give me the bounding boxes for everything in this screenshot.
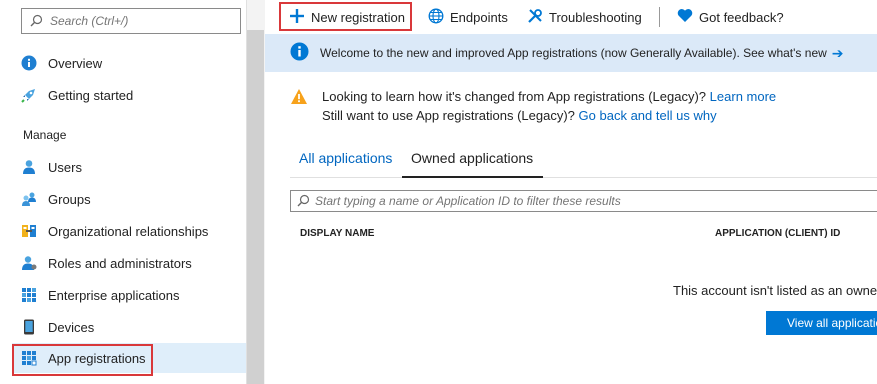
search-icon (30, 14, 43, 30)
search-icon (297, 194, 310, 210)
sidebar-item-label: Users (48, 159, 82, 175)
endpoints-label: Endpoints (450, 9, 508, 25)
sidebar-item-label: Groups (48, 191, 91, 207)
main-content: New registration Endpoints Troubleshooti… (265, 0, 877, 384)
group-icon (21, 191, 37, 207)
sidebar-item-label: Getting started (48, 87, 134, 103)
scrollbar-thumb[interactable] (247, 30, 264, 384)
sidebar-item-users[interactable]: Users (12, 152, 246, 182)
sidebar-item-overview[interactable]: Overview (12, 48, 246, 78)
sidebar-item-label: Overview (48, 55, 103, 71)
tab-owned-applications[interactable]: Owned applications (411, 150, 533, 176)
filter-box[interactable] (290, 190, 877, 212)
endpoints-button[interactable]: Endpoints (428, 4, 508, 30)
warning-icon (290, 88, 308, 108)
sidebar-item-label: Devices (48, 319, 95, 335)
device-icon (21, 319, 37, 335)
user-icon (21, 159, 37, 175)
arrow-right-icon[interactable]: ➔ (832, 45, 844, 62)
go-back-link[interactable]: Go back and tell us why (579, 108, 717, 123)
view-all-applications-button[interactable]: View all applicatio (766, 311, 877, 335)
heart-icon (677, 8, 693, 26)
troubleshooting-label: Troubleshooting (549, 9, 642, 25)
highlight-app-registrations (12, 344, 153, 376)
sidebar-search-input[interactable] (50, 12, 235, 30)
legacy-notice-line-1: Looking to learn how it's changed from A… (322, 89, 776, 104)
tab-all-applications[interactable]: All applications (299, 150, 392, 176)
section-label-manage: Manage (23, 128, 67, 142)
feedback-button[interactable]: Got feedback? (677, 4, 784, 30)
rocket-icon (21, 87, 37, 103)
filter-input[interactable] (315, 193, 865, 209)
legacy-goback-text: Still want to use App registrations (Leg… (322, 108, 575, 123)
sidebar-search[interactable] (21, 8, 241, 34)
troubleshooting-button[interactable]: Troubleshooting (527, 4, 642, 30)
legacy-notice-line-2: Still want to use App registrations (Leg… (322, 108, 717, 123)
column-header-app-id[interactable]: APPLICATION (CLIENT) ID (715, 228, 840, 239)
info-icon (290, 42, 309, 64)
sidebar: Manage Overview Getting started Users Gr… (0, 0, 247, 384)
highlight-new-registration (279, 2, 412, 31)
roles-icon (21, 255, 37, 271)
tab-divider (290, 177, 877, 178)
legacy-learn-text: Looking to learn how it's changed from A… (322, 89, 707, 104)
sidebar-item-label: Organizational relationships (48, 223, 209, 239)
sidebar-item-enterprise-applications[interactable]: Enterprise applications (12, 280, 246, 310)
sidebar-item-getting-started[interactable]: Getting started (12, 80, 246, 110)
empty-state-message: This account isn't listed as an owne (673, 283, 877, 298)
ga-banner[interactable]: Welcome to the new and improved App regi… (265, 34, 877, 72)
active-tab-indicator (402, 176, 543, 178)
command-bar: New registration Endpoints Troubleshooti… (265, 0, 877, 34)
sidebar-item-devices[interactable]: Devices (12, 312, 246, 342)
banner-text: Welcome to the new and improved App regi… (320, 46, 827, 60)
scrollbar[interactable] (247, 0, 265, 384)
sidebar-item-label: Roles and administrators (48, 255, 192, 271)
sidebar-item-label: Enterprise applications (48, 287, 180, 303)
org-relationships-icon (21, 223, 37, 239)
sidebar-item-groups[interactable]: Groups (12, 184, 246, 214)
sidebar-item-roles-and-administrators[interactable]: Roles and administrators (12, 248, 246, 278)
sidebar-item-organizational-relationships[interactable]: Organizational relationships (12, 216, 246, 246)
tools-icon (527, 8, 543, 27)
column-header-display-name[interactable]: DISPLAY NAME (300, 228, 374, 239)
feedback-label: Got feedback? (699, 9, 784, 25)
info-icon (21, 55, 37, 71)
learn-more-link[interactable]: Learn more (710, 89, 776, 104)
toolbar-divider (659, 7, 660, 27)
enterprise-apps-icon (21, 287, 37, 303)
globe-icon (428, 8, 444, 27)
